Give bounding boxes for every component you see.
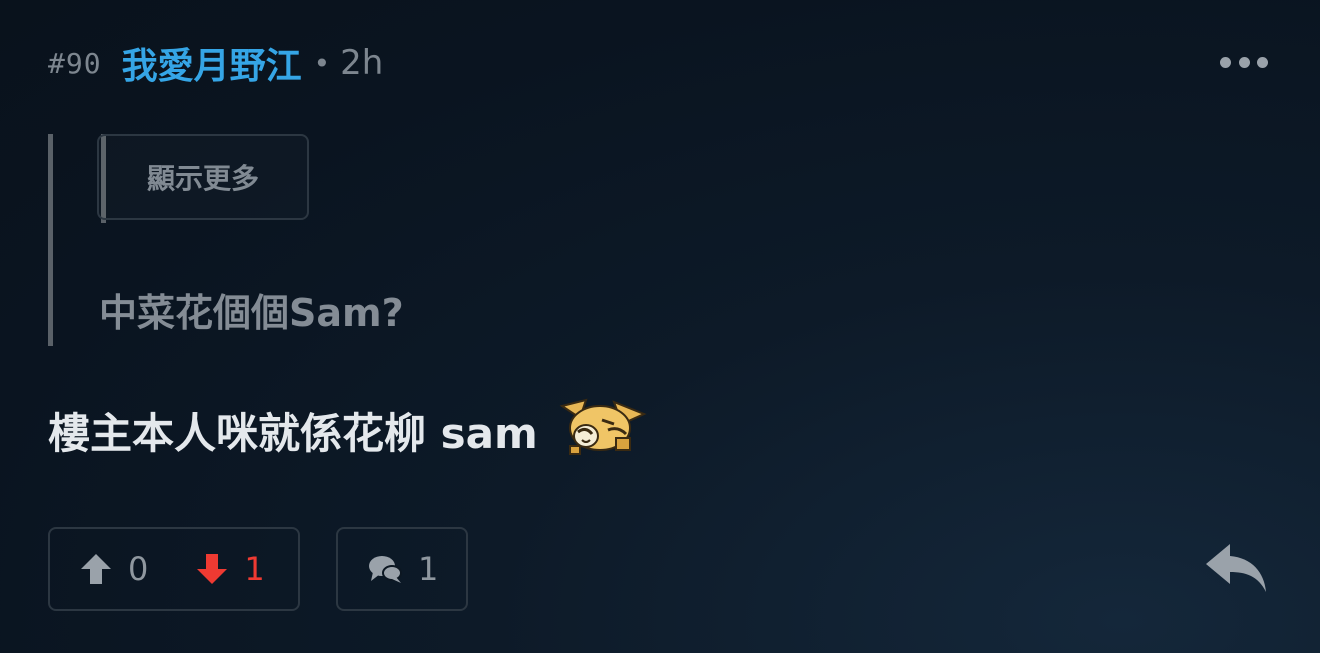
dot-icon	[1257, 56, 1268, 68]
downvote-count: 1	[244, 550, 265, 588]
comments-button[interactable]: 1	[336, 527, 468, 611]
dot-icon	[1220, 56, 1231, 68]
quote-block: 顯示更多 中菜花個個Sam?	[48, 134, 404, 346]
upvote-count: 0	[128, 550, 149, 588]
post-time: 2h	[340, 43, 384, 83]
comments-icon	[369, 556, 402, 583]
show-more-button[interactable]: 顯示更多	[97, 134, 309, 220]
arrow-up-icon	[81, 554, 111, 584]
post-header: #90 我愛月野江 • 2h	[48, 38, 383, 88]
upvote-button[interactable]: 0	[80, 529, 148, 609]
more-options-button[interactable]	[1220, 50, 1268, 74]
separator-dot: •	[313, 46, 331, 80]
arrow-down-icon	[197, 554, 228, 584]
post-body-text: 樓主本人咪就係花柳 sam	[48, 409, 538, 458]
dot-icon	[1238, 56, 1250, 68]
laughing-dog-emoji-icon	[559, 398, 647, 455]
post-body: 樓主本人咪就係花柳 sam	[48, 398, 648, 461]
downvote-button[interactable]: 1	[196, 529, 265, 609]
quoted-text: 中菜花個個Sam?	[99, 291, 404, 335]
vote-box: 0 1	[48, 527, 300, 611]
floor-number: #90	[48, 46, 102, 80]
reply-icon[interactable]	[1204, 542, 1268, 596]
username-link[interactable]: 我愛月野江	[122, 37, 302, 89]
comment-count: 1	[418, 550, 439, 588]
